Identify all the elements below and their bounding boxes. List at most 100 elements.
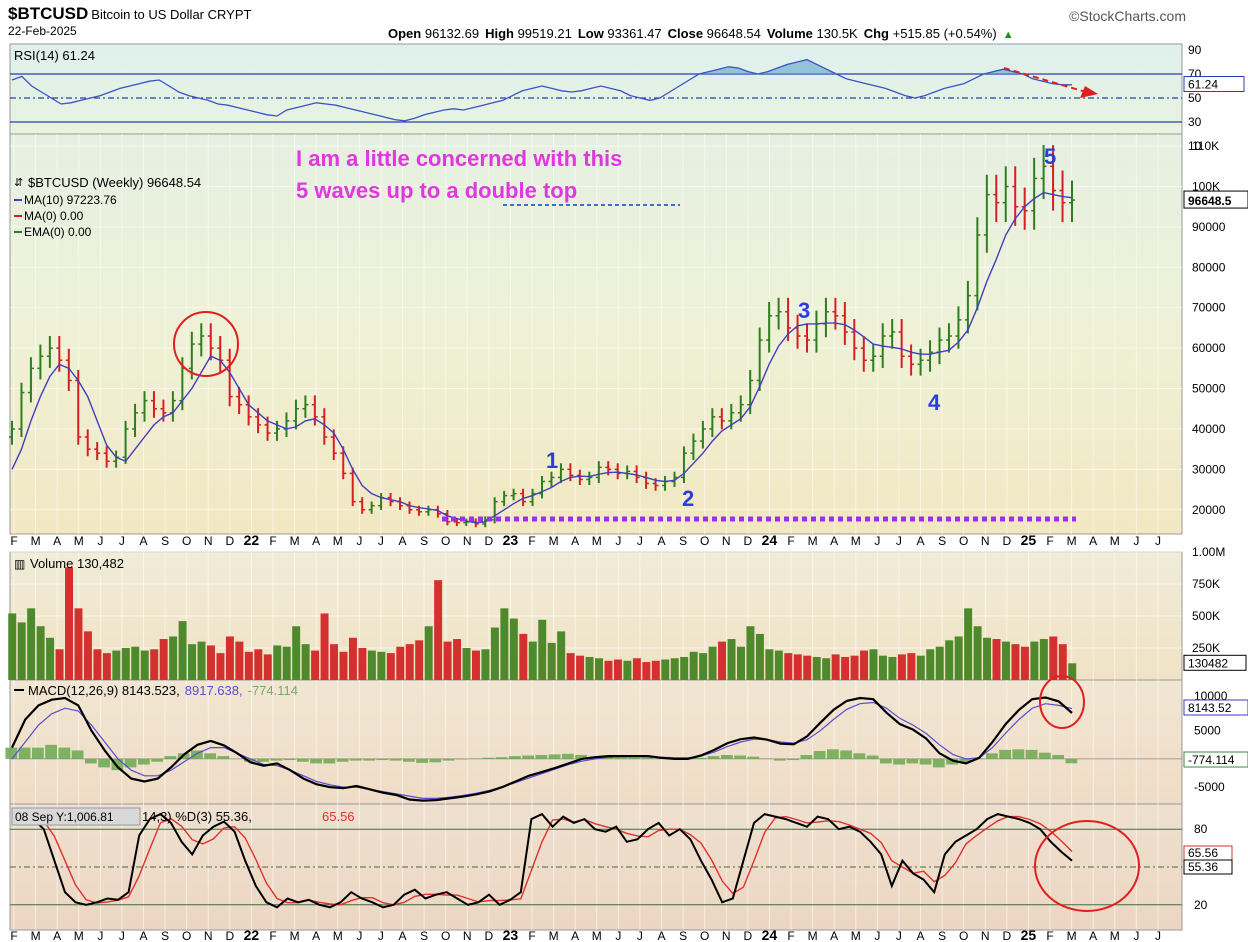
volume-bar bbox=[434, 580, 443, 680]
macd-histogram-bar bbox=[628, 757, 640, 759]
volume-bar bbox=[727, 639, 736, 680]
x-axis-label: A bbox=[139, 534, 147, 548]
volume-bar bbox=[311, 650, 320, 680]
volume-bar bbox=[1030, 641, 1039, 680]
volume-bar bbox=[945, 640, 954, 680]
x-axis-label-bottom: D bbox=[485, 929, 494, 942]
volume-bar bbox=[831, 654, 840, 680]
volume-bar bbox=[926, 649, 935, 680]
x-axis-label-bottom: M bbox=[592, 929, 602, 942]
x-axis-label: M bbox=[290, 534, 300, 548]
x-axis-label-bottom: N bbox=[463, 929, 472, 942]
x-axis-label: F bbox=[528, 534, 535, 548]
x-axis-label: M bbox=[74, 534, 84, 548]
x-axis-label: D bbox=[485, 534, 494, 548]
rsi-y-tick: 90 bbox=[1188, 43, 1202, 57]
x-axis-label: J bbox=[615, 534, 621, 548]
volume-bar bbox=[860, 650, 869, 680]
macd-histogram-bar bbox=[71, 750, 84, 759]
macd-histogram-bar bbox=[985, 753, 998, 759]
volume-bar bbox=[197, 641, 206, 680]
x-axis-label-bottom: F bbox=[269, 929, 276, 942]
wave-label-2: 2 bbox=[682, 486, 694, 511]
price-y-tick: 40000 bbox=[1192, 422, 1226, 436]
volume-bar bbox=[765, 649, 774, 680]
x-axis-label-bottom: M bbox=[333, 929, 343, 942]
macd-histogram-bar bbox=[376, 758, 389, 761]
volume-bar bbox=[386, 653, 395, 680]
volume-bar bbox=[206, 645, 215, 680]
macd-histogram-bar bbox=[323, 758, 336, 764]
macd-histogram-bar bbox=[164, 756, 177, 759]
volume-bar bbox=[83, 631, 92, 680]
macd-histogram-bar bbox=[18, 747, 31, 759]
volume-bar bbox=[131, 646, 140, 680]
x-axis-label-bottom: A bbox=[312, 929, 320, 942]
volume-bar bbox=[1011, 644, 1020, 680]
macd-histogram-bar bbox=[31, 747, 44, 759]
volume-bar bbox=[443, 641, 452, 680]
rsi-label: RSI(14) 61.24 bbox=[14, 48, 95, 63]
price-y-tick: 30000 bbox=[1192, 462, 1226, 476]
x-axis-label: 24 bbox=[762, 532, 778, 548]
volume-bar bbox=[1049, 636, 1058, 680]
volume-bar bbox=[661, 659, 670, 680]
x-axis-label: D bbox=[226, 534, 235, 548]
x-axis-label-bottom: F bbox=[10, 929, 17, 942]
volume-bar bbox=[235, 641, 244, 680]
x-axis-label: M bbox=[31, 534, 41, 548]
stoch-y-tick: 20 bbox=[1194, 898, 1208, 912]
volume-bar bbox=[888, 656, 897, 680]
x-axis-label-bottom: A bbox=[917, 929, 925, 942]
volume-bar bbox=[595, 658, 604, 680]
x-axis-label: F bbox=[1046, 534, 1053, 548]
macd-histogram-bar bbox=[402, 758, 415, 762]
x-axis-label: D bbox=[1003, 534, 1012, 548]
macd-histogram-bar bbox=[800, 754, 813, 759]
volume-bar bbox=[301, 644, 310, 680]
x-axis-label: J bbox=[1155, 534, 1161, 548]
crosshair-readout: 08 Sep Y:1,006.81 bbox=[15, 810, 114, 824]
x-axis-label-bottom: A bbox=[658, 929, 666, 942]
x-axis-label: A bbox=[312, 534, 320, 548]
x-axis-label-bottom: S bbox=[161, 929, 169, 942]
macd-histogram-bar bbox=[893, 758, 905, 765]
macd-histogram-bar bbox=[336, 758, 349, 762]
x-axis-label-bottom: D bbox=[1003, 929, 1012, 942]
x-axis-label: A bbox=[571, 534, 579, 548]
macd-histogram-bar bbox=[879, 758, 892, 764]
x-axis-label-bottom: O bbox=[700, 929, 709, 942]
x-axis-label-bottom: A bbox=[571, 929, 579, 942]
x-axis-label-bottom: D bbox=[226, 929, 235, 942]
macd-histogram-bar bbox=[614, 757, 627, 759]
macd-histogram-bar bbox=[760, 758, 773, 759]
x-axis-label: J bbox=[356, 534, 362, 548]
volume-bar bbox=[292, 626, 301, 680]
volume-bar bbox=[348, 637, 357, 680]
volume-bar bbox=[1039, 639, 1048, 680]
wave-label-4: 4 bbox=[928, 390, 941, 415]
x-axis-label-bottom: M bbox=[74, 929, 84, 942]
volume-bar bbox=[812, 656, 821, 680]
volume-bar bbox=[708, 646, 717, 680]
volume-bar bbox=[850, 655, 859, 680]
volume-bar bbox=[17, 622, 26, 680]
volume-bar bbox=[93, 649, 102, 680]
volume-bar bbox=[699, 653, 708, 680]
macd-histogram-bar bbox=[932, 758, 945, 768]
x-axis-label: S bbox=[161, 534, 169, 548]
macd-histogram-bar bbox=[58, 747, 71, 759]
volume-bar bbox=[585, 656, 594, 680]
macd-histogram-bar bbox=[296, 758, 309, 762]
macd-histogram-bar bbox=[919, 758, 932, 765]
macd-histogram-bar bbox=[349, 758, 362, 761]
macd-histogram-bar bbox=[204, 753, 216, 759]
macd-histogram-bar bbox=[787, 758, 799, 761]
x-axis-label: O bbox=[959, 534, 968, 548]
x-axis-label: S bbox=[938, 534, 946, 548]
macd-histogram-bar bbox=[5, 747, 18, 759]
macd-histogram-bar bbox=[734, 755, 746, 759]
macd-histogram-bar bbox=[363, 758, 375, 761]
x-axis-label: M bbox=[808, 534, 818, 548]
volume-bar bbox=[424, 626, 433, 680]
